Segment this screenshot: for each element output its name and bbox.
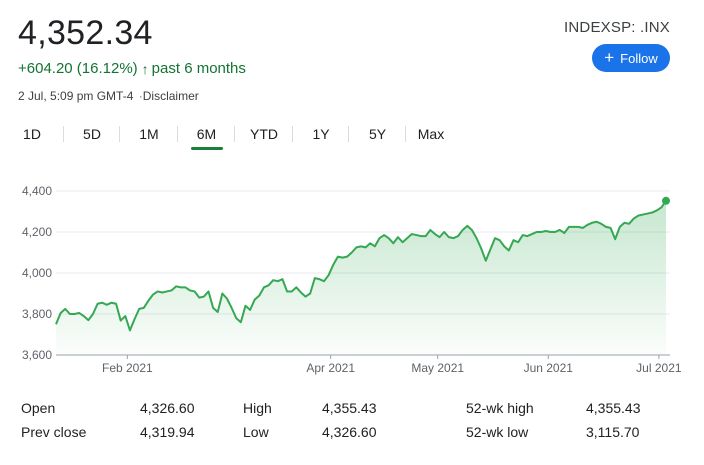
x-tick-label: Jul 2021 (636, 361, 682, 375)
stat-label: Prev close (21, 424, 87, 440)
price-area-fill (56, 200, 666, 355)
tab-ytd[interactable]: YTD (235, 118, 293, 150)
follow-button[interactable]: + Follow (592, 44, 670, 72)
tab-label: YTD (250, 126, 278, 142)
quote-timestamp: 2 Jul, 5:09 pm GMT-4 ·Disclaimer (18, 89, 199, 103)
tab-5d[interactable]: 5D (64, 118, 120, 150)
change-period: past 6 months (151, 60, 246, 77)
tab-label: 5Y (368, 126, 387, 142)
x-axis-labels: Feb 2021 Apr 2021 May 2021 Jun 2021 Jul 2021 (102, 355, 682, 375)
tab-max[interactable]: Max (406, 118, 456, 150)
tab-label: 1Y (312, 126, 330, 142)
tab-label: 1M (139, 126, 159, 142)
x-tick-label: May 2021 (411, 361, 464, 375)
tab-1d[interactable]: 1D (0, 118, 64, 150)
tab-5y[interactable]: 5Y (349, 118, 406, 150)
stat-value: 4,355.43 (322, 400, 377, 416)
stat-value: 3,115.70 (586, 424, 640, 440)
x-tick-label: Jun 2021 (524, 361, 574, 375)
disclaimer-link[interactable]: Disclaimer (143, 89, 199, 103)
y-tick-label: 3,800 (22, 307, 52, 321)
active-tab-indicator (190, 147, 223, 150)
tab-6m[interactable]: 6M (178, 118, 235, 150)
tab-label: 1D (23, 126, 41, 142)
arrow-up-icon: ↑ (141, 60, 149, 77)
stat-value: 4,355.43 (586, 400, 641, 416)
stat-label: 52-wk low (466, 424, 529, 440)
change-value: +604.20 (16.12%) (18, 60, 138, 77)
x-tick-label: Apr 2021 (306, 361, 355, 375)
y-tick-label: 4,000 (22, 266, 52, 280)
stat-value: 4,326.60 (140, 400, 195, 416)
current-price: 4,352.34 (18, 14, 153, 52)
timestamp-text: 2 Jul, 5:09 pm GMT-4 (18, 89, 134, 103)
y-axis-labels: 4,400 4,200 4,000 3,800 3,600 (22, 184, 52, 362)
stat-value: 4,319.94 (140, 424, 195, 440)
tab-label: Max (417, 126, 445, 142)
tab-1m[interactable]: 1M (120, 118, 178, 150)
plus-icon: + (604, 48, 615, 67)
tab-label: 5D (83, 126, 101, 142)
tab-label: 6M (196, 126, 217, 142)
price-change: +604.20 (16.12%) ↑ past 6 months (18, 60, 246, 77)
x-tick-label: Feb 2021 (102, 361, 153, 375)
time-range-tabs: 1D 5D 1M 6M YTD 1Y 5Y Max (0, 118, 456, 150)
y-tick-label: 3,600 (22, 348, 52, 362)
tab-1y[interactable]: 1Y (293, 118, 349, 150)
follow-label: Follow (620, 50, 658, 66)
stat-label: Low (243, 424, 269, 440)
y-tick-label: 4,200 (22, 225, 52, 239)
last-price-dot (662, 196, 670, 205)
price-chart[interactable]: 4,400 4,200 4,000 3,800 3,600 Feb 2021 Apr 20… (0, 170, 704, 385)
y-tick-label: 4,400 (22, 184, 52, 198)
ticker-symbol: INDEXSP: .INX (564, 19, 670, 36)
stat-value: 4,326.60 (322, 424, 377, 440)
stat-label: High (243, 400, 272, 416)
stat-label: Open (21, 400, 56, 416)
stat-label: 52-wk high (466, 400, 534, 416)
